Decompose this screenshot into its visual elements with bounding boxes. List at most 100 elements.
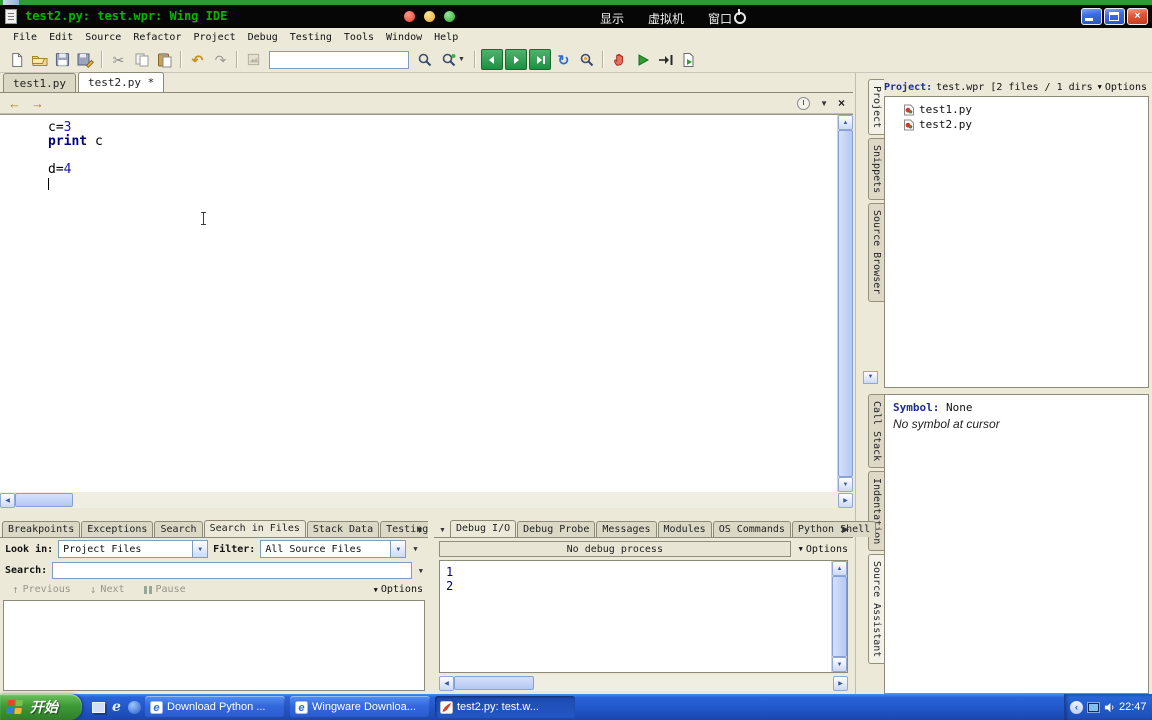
mac-minimize-light[interactable] xyxy=(424,11,435,22)
volume-icon[interactable] xyxy=(1104,702,1115,713)
scrollbar-thumb[interactable] xyxy=(832,576,847,657)
menu-source[interactable]: Source xyxy=(85,32,121,43)
next-button[interactable]: ↓ Next xyxy=(83,583,132,596)
recent-files-icon[interactable] xyxy=(797,96,811,110)
vm-menu-[interactable]: 窗口 xyxy=(708,10,732,27)
code-editor[interactable]: c=3 print c d=4 ▲ ▼ xyxy=(0,114,853,492)
mac-zoom-light[interactable] xyxy=(444,11,455,22)
scroll-up-icon[interactable]: ▲ xyxy=(838,115,853,130)
save-all-button[interactable] xyxy=(74,49,97,71)
toolbar-search-input[interactable] xyxy=(269,50,409,69)
chevron-down-icon[interactable]: ▼ xyxy=(192,541,208,557)
scroll-down-icon[interactable]: ▼ xyxy=(838,477,853,492)
nav-back-button[interactable] xyxy=(481,49,503,70)
tab-os-commands[interactable]: OS Commands xyxy=(712,521,791,537)
show-desktop-icon[interactable] xyxy=(92,701,105,713)
maximize-button[interactable] xyxy=(1104,8,1125,25)
debug-vscrollbar[interactable]: ▲ ▼ xyxy=(831,561,847,672)
project-file-test2-py[interactable]: test2.py xyxy=(887,117,1146,132)
vtab-project[interactable]: Project xyxy=(868,79,884,136)
scope-options-chevron-icon[interactable]: ▼ xyxy=(413,545,417,553)
open-file-button[interactable] xyxy=(28,49,51,71)
panel-chooser-chevron-icon[interactable]: ▼ xyxy=(436,527,449,537)
scroll-right-icon[interactable]: ▶ xyxy=(833,675,848,691)
history-forward-icon[interactable]: → xyxy=(31,97,44,110)
menu-refactor[interactable]: Refactor xyxy=(133,32,181,43)
debug-output[interactable]: 12 xyxy=(440,561,830,672)
menu-debug[interactable]: Debug xyxy=(248,32,278,43)
tab-debug-i-o[interactable]: Debug I/O xyxy=(449,520,517,537)
menu-edit[interactable]: Edit xyxy=(49,32,73,43)
paste-button[interactable] xyxy=(153,49,176,71)
menu-project[interactable]: Project xyxy=(193,32,235,43)
mac-close-light[interactable] xyxy=(404,11,415,22)
scrollbar-thumb[interactable] xyxy=(838,130,853,477)
editor-tab-test2-py[interactable]: test2.py * xyxy=(77,72,165,92)
run-to-cursor-button[interactable] xyxy=(654,49,677,71)
search-options-dropdown[interactable]: ▼ Options xyxy=(374,584,423,595)
minimize-button[interactable] xyxy=(1081,8,1102,25)
project-file-test1-py[interactable]: test1.py xyxy=(887,102,1146,117)
pause-button[interactable]: Pause xyxy=(137,583,193,596)
vm-menu-[interactable]: 虚拟机 xyxy=(648,10,684,27)
new-file-button[interactable] xyxy=(5,49,28,71)
tab-overflow-icon[interactable]: ▶ xyxy=(838,524,853,537)
editor-menu-chevron-icon[interactable]: ▼ xyxy=(820,99,828,108)
scroll-up-icon[interactable]: ▲ xyxy=(832,561,847,576)
tab-modules[interactable]: Modules xyxy=(657,521,712,537)
look-in-select[interactable]: Project Files ▼ xyxy=(58,540,209,558)
scrollbar-thumb[interactable] xyxy=(15,493,73,507)
task-button-test2-py-test-w[interactable]: test2.py: test.w... xyxy=(435,696,575,718)
scroll-right-icon[interactable]: ▶ xyxy=(838,492,853,508)
editor-vscrollbar[interactable]: ▲ ▼ xyxy=(837,115,853,492)
tab-messages[interactable]: Messages xyxy=(596,521,657,537)
refresh-button[interactable]: ↻ xyxy=(552,49,575,71)
editor-hscrollbar[interactable]: ◀ ▶ xyxy=(0,492,853,508)
task-button-wingware-downloa[interactable]: e Wingware Downloa... xyxy=(290,696,430,718)
history-back-icon[interactable]: ← xyxy=(8,97,21,110)
start-debug-button[interactable] xyxy=(631,49,654,71)
menu-testing[interactable]: Testing xyxy=(290,32,332,43)
undo-button[interactable]: ↶ xyxy=(186,49,209,71)
tab-search[interactable]: Search xyxy=(154,521,203,537)
tab-search-in-files[interactable]: Search in Files xyxy=(203,520,306,537)
project-options-dropdown[interactable]: ▼ Options xyxy=(1098,82,1147,93)
editor-tab-test1-py[interactable]: test1.py xyxy=(3,73,76,92)
find-in-files-button[interactable]: ▼ xyxy=(436,49,470,71)
redo-button[interactable]: ↷ xyxy=(209,49,232,71)
panel-menu-chevron-icon[interactable]: ▼ xyxy=(411,525,428,537)
menu-window[interactable]: Window xyxy=(386,32,422,43)
search-history-chevron-icon[interactable]: ▼ xyxy=(419,567,423,575)
vtab-call-stack[interactable]: Call Stack xyxy=(868,393,884,468)
project-file-tree[interactable]: test1.py test2.py xyxy=(884,96,1149,388)
menu-help[interactable]: Help xyxy=(434,32,458,43)
task-button-download-python[interactable]: e Download Python ... xyxy=(145,696,285,718)
display-icon[interactable] xyxy=(1087,701,1100,713)
editor-close-icon[interactable]: × xyxy=(838,97,845,109)
scroll-left-icon[interactable]: ◀ xyxy=(439,675,454,691)
inspect-button[interactable] xyxy=(575,49,598,71)
nav-last-button[interactable] xyxy=(529,49,551,70)
media-player-icon[interactable] xyxy=(127,700,141,714)
copy-button[interactable] xyxy=(130,49,153,71)
menu-file[interactable]: File xyxy=(13,32,37,43)
vtab-source-assistant[interactable]: Source Assistant xyxy=(868,554,884,665)
close-button[interactable]: × xyxy=(1127,8,1148,25)
cut-button[interactable]: ✂ xyxy=(107,49,130,71)
search-input[interactable] xyxy=(52,562,412,579)
scroll-left-icon[interactable]: ◀ xyxy=(0,492,15,508)
vtab-snippets[interactable]: Snippets xyxy=(868,138,884,201)
search-results-area[interactable] xyxy=(3,600,425,691)
previous-button[interactable]: ↑ Previous xyxy=(5,583,78,596)
menu-tools[interactable]: Tools xyxy=(344,32,374,43)
start-button[interactable]: 开始 xyxy=(0,694,82,720)
scrollbar-thumb[interactable] xyxy=(454,676,534,690)
vtab-scroll-down-icon[interactable]: ▼ xyxy=(863,370,878,384)
vm-menu-[interactable]: 显示 xyxy=(600,10,624,27)
break-button[interactable] xyxy=(608,49,631,71)
tab-python-shell[interactable]: Python Shell xyxy=(791,521,877,537)
filter-select[interactable]: All Source Files ▼ xyxy=(260,540,407,558)
save-button[interactable] xyxy=(51,49,74,71)
toolbar-misc-button[interactable] xyxy=(242,49,265,71)
vtab-source-browser[interactable]: Source Browser xyxy=(868,203,884,302)
